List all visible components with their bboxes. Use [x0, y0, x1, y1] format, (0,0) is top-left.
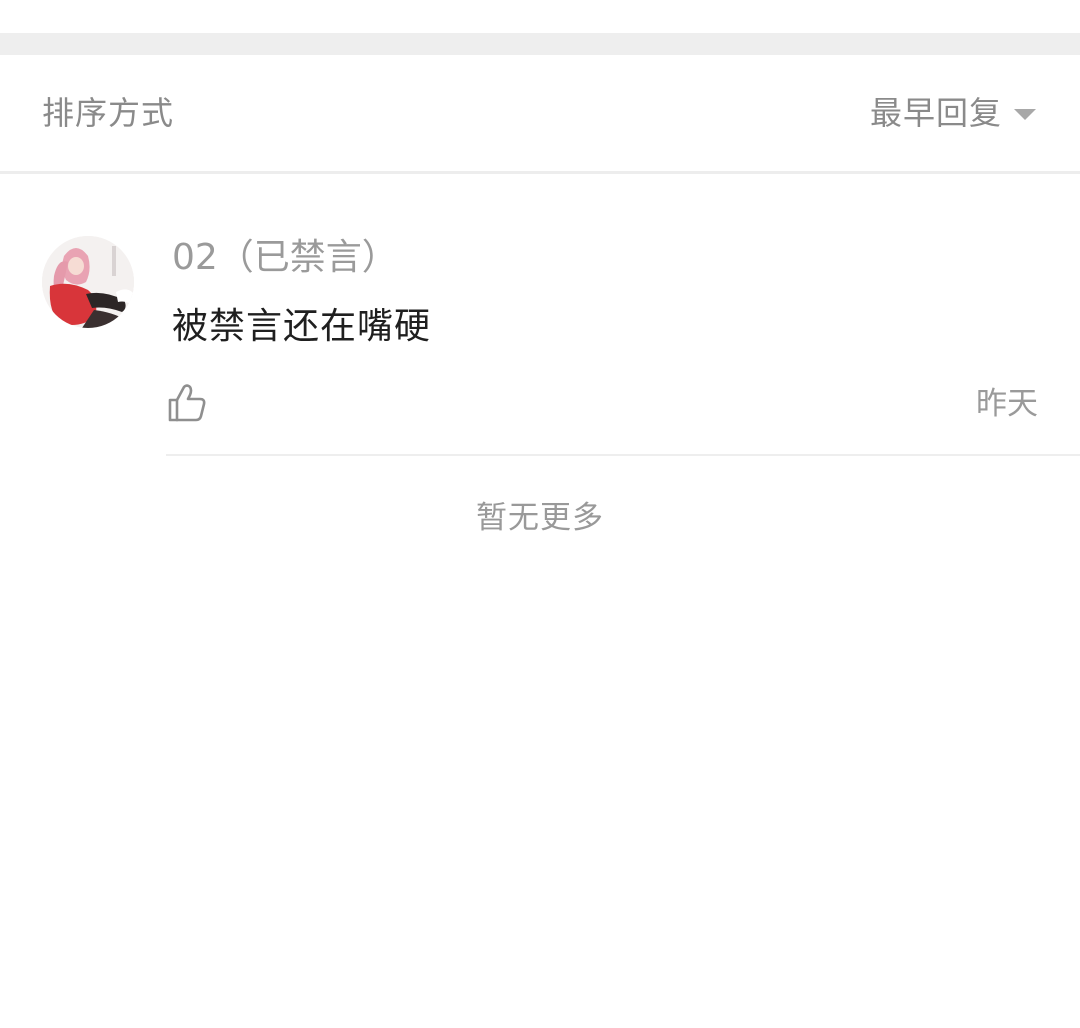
caret-down-icon	[1014, 108, 1036, 120]
comment-text: 被禁言还在嘴硬	[172, 306, 432, 347]
sort-label: 排序方式	[42, 94, 175, 132]
sort-bar: 排序方式 最早回复	[0, 55, 1080, 174]
comment-item: 02（已禁言） 被禁言还在嘴硬 昨天	[0, 174, 1080, 456]
comment-divider	[166, 454, 1080, 456]
like-button[interactable]	[166, 382, 208, 424]
comment-username[interactable]: 02（已禁言）	[172, 236, 398, 280]
avatar-image	[42, 236, 134, 328]
no-more-text: 暂无更多	[476, 500, 604, 536]
top-spacer	[0, 0, 1080, 33]
sort-order-value: 最早回复	[869, 94, 1002, 132]
avatar[interactable]	[42, 236, 134, 328]
section-separator	[0, 33, 1080, 55]
thumbs-up-icon	[168, 384, 206, 422]
comment-timestamp: 昨天	[976, 386, 1038, 422]
sort-order-dropdown[interactable]: 最早回复	[870, 93, 1036, 133]
